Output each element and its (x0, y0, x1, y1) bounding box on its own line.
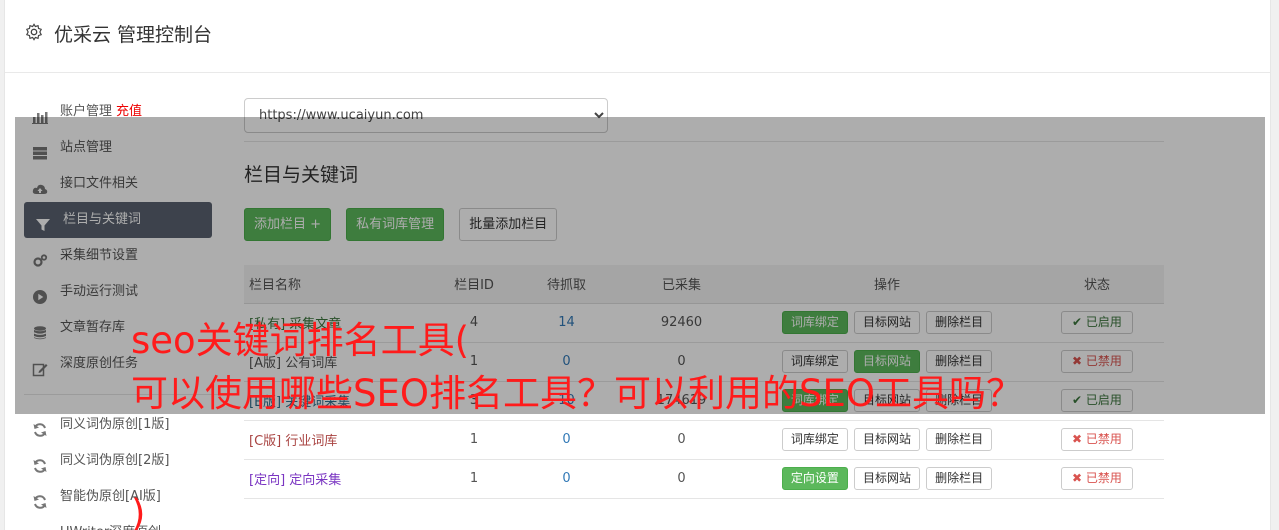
column-name-cell[interactable]: [定向] 定向采集 (244, 459, 434, 499)
page-title: 优采云 管理控制台 (54, 24, 213, 46)
status-cell: ✖ 已禁用 (1030, 459, 1164, 499)
delete-column-button[interactable]: 删除栏目 (926, 467, 993, 490)
column-name[interactable]: 定向采集 (289, 473, 341, 488)
refresh-icon (32, 417, 48, 437)
sidebar-item-label: 同义词伪原创[1版] (60, 417, 170, 432)
bind-lib-button[interactable]: 定向设置 (781, 467, 848, 490)
x-icon: ✖ (1072, 432, 1086, 446)
column-tag: [C版] (249, 434, 282, 449)
overlay-title-line3: ) (131, 492, 146, 530)
edit-icon (32, 525, 48, 530)
sidebar-item-tool-1[interactable]: 同义词伪原创[2版] (20, 443, 229, 479)
x-icon: ✖ (1072, 471, 1086, 485)
pending-count[interactable]: 0 (514, 420, 619, 460)
sidebar-item-label: 同义词伪原创[2版] (60, 453, 170, 468)
sidebar-item-tool-3[interactable]: UWriter深度原创 (20, 515, 229, 530)
target-site-button[interactable]: 目标网站 (853, 428, 920, 451)
sidebar-item-label: UWriter深度原创 (60, 525, 161, 530)
refresh-icon (32, 453, 48, 473)
refresh-icon (32, 489, 48, 509)
status-toggle[interactable]: ✖ 已禁用 (1061, 467, 1133, 490)
collected-count: 0 (619, 459, 744, 499)
ad-overlay (15, 117, 1265, 414)
page-header: 优采云 管理控制台 (5, 0, 1270, 73)
sidebar-item-tool-2[interactable]: 智能伪原创[AI版] (20, 479, 229, 515)
overlay-title-line2: 可以使用哪些SEO排名工具？可以利用的SEO工具吗？ (131, 372, 1023, 415)
target-site-button[interactable]: 目标网站 (853, 467, 920, 490)
column-id: 1 (434, 459, 514, 499)
actions-cell: 词库绑定 目标网站 删除栏目 (744, 420, 1030, 460)
bind-lib-button[interactable]: 词库绑定 (781, 428, 848, 451)
column-name-cell[interactable]: [C版] 行业词库 (244, 420, 434, 460)
table-row: [C版] 行业词库 1 0 0 词库绑定 目标网站 删除栏目 ✖ 已禁用 (244, 420, 1164, 460)
table-row: [定向] 定向采集 1 0 0 定向设置 目标网站 删除栏目 ✖ 已禁用 (244, 459, 1164, 499)
delete-column-button[interactable]: 删除栏目 (926, 428, 993, 451)
gear-icon (25, 23, 43, 41)
status-toggle[interactable]: ✖ 已禁用 (1061, 428, 1133, 451)
actions-cell: 定向设置 目标网站 删除栏目 (744, 459, 1030, 499)
status-cell: ✖ 已禁用 (1030, 420, 1164, 460)
pending-count[interactable]: 0 (514, 459, 619, 499)
overlay-title-line1: seo关键词排名工具( (131, 319, 470, 362)
column-tag: [定向] (249, 473, 286, 488)
column-id: 1 (434, 420, 514, 460)
column-name[interactable]: 行业词库 (285, 434, 337, 449)
sidebar-item-label: 智能伪原创[AI版] (60, 489, 161, 504)
collected-count: 0 (619, 420, 744, 460)
